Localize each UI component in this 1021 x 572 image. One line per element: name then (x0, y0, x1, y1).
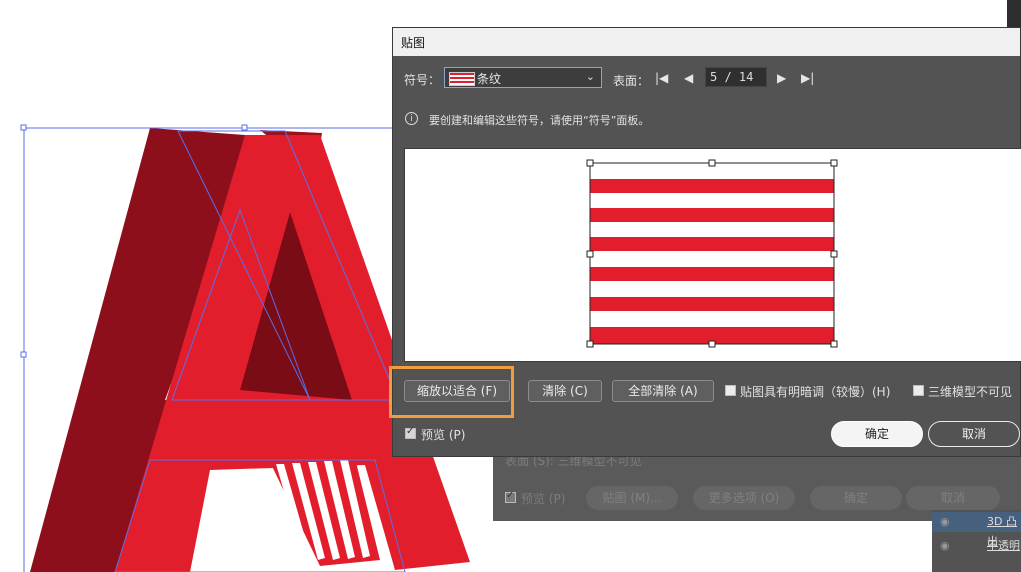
preview-label[interactable]: 预览 (P) (421, 426, 465, 443)
background-preview-label: 预览 (P) (521, 492, 566, 506)
eye-icon[interactable]: ◉ (940, 536, 950, 556)
dialog-titlebar[interactable]: 贴图 (393, 28, 1020, 56)
preview-checkbox[interactable] (405, 426, 416, 439)
previous-surface-icon[interactable]: ◀ (684, 72, 693, 84)
cancel-button[interactable]: 取消 (928, 421, 1020, 447)
background-cancel-button: 取消 (906, 486, 1000, 510)
stripe-symbol-preview (586, 159, 838, 348)
info-icon: i (405, 112, 418, 125)
clear-button[interactable]: 清除 (C) (528, 380, 602, 402)
surface-page-field[interactable]: 5 / 14 (705, 67, 767, 87)
ok-button[interactable]: 确定 (831, 421, 923, 447)
surface-label: 表面： (613, 74, 650, 88)
background-map-art-button: 贴图 (M)... (586, 486, 678, 510)
map-art-dialog: 贴图 符号： 条纹 ⌄ 表面： |◀ ◀ 5 / 14 ▶ ▶| i 要创建和编… (389, 27, 1021, 457)
background-more-options-button: 更多选项 (O) (693, 486, 795, 510)
symbol-select-value: 条纹 (477, 72, 502, 86)
symbol-select[interactable]: 条纹 ⌄ (444, 67, 602, 88)
next-surface-icon[interactable]: ▶ (777, 72, 786, 84)
chevron-down-icon: ⌄ (585, 70, 595, 83)
stripe-pattern (590, 179, 834, 344)
appearance-row-label[interactable]: 不透明 (987, 536, 1020, 556)
clear-all-button[interactable]: 全部清除 (A) (612, 380, 714, 402)
last-surface-icon[interactable]: ▶| (801, 72, 814, 84)
symbol-label: 符号： (404, 73, 441, 87)
shade-artwork-label[interactable]: 贴图具有明暗调（较慢）(H) (740, 383, 890, 400)
background-ok-button: 确定 (810, 486, 902, 510)
info-text: 要创建和编辑这些符号，请使用“符号”面板。 (429, 114, 650, 127)
background-preview-checkbox (505, 490, 516, 503)
appearance-row-3d[interactable]: ◉ 3D 凸出 (932, 512, 1021, 548)
highlight-box (389, 366, 514, 418)
invisible-geometry-label[interactable]: 三维模型不可见 (928, 383, 1012, 400)
invisible-geometry-checkbox[interactable] (913, 385, 924, 396)
shade-artwork-checkbox[interactable] (725, 385, 736, 396)
first-surface-icon[interactable]: |◀ (655, 72, 668, 84)
symbol-swatch-icon (449, 72, 475, 86)
appearance-panel: ◉ 3D 凸出 ◉ 不透明 (932, 510, 1021, 572)
appearance-row-opacity[interactable]: ◉ 不透明 (932, 536, 1021, 556)
symbol-preview-area[interactable] (404, 148, 1021, 362)
eye-icon[interactable]: ◉ (940, 512, 950, 532)
app-panel-edge (1007, 0, 1021, 27)
dialog-title: 贴图 (401, 36, 426, 50)
